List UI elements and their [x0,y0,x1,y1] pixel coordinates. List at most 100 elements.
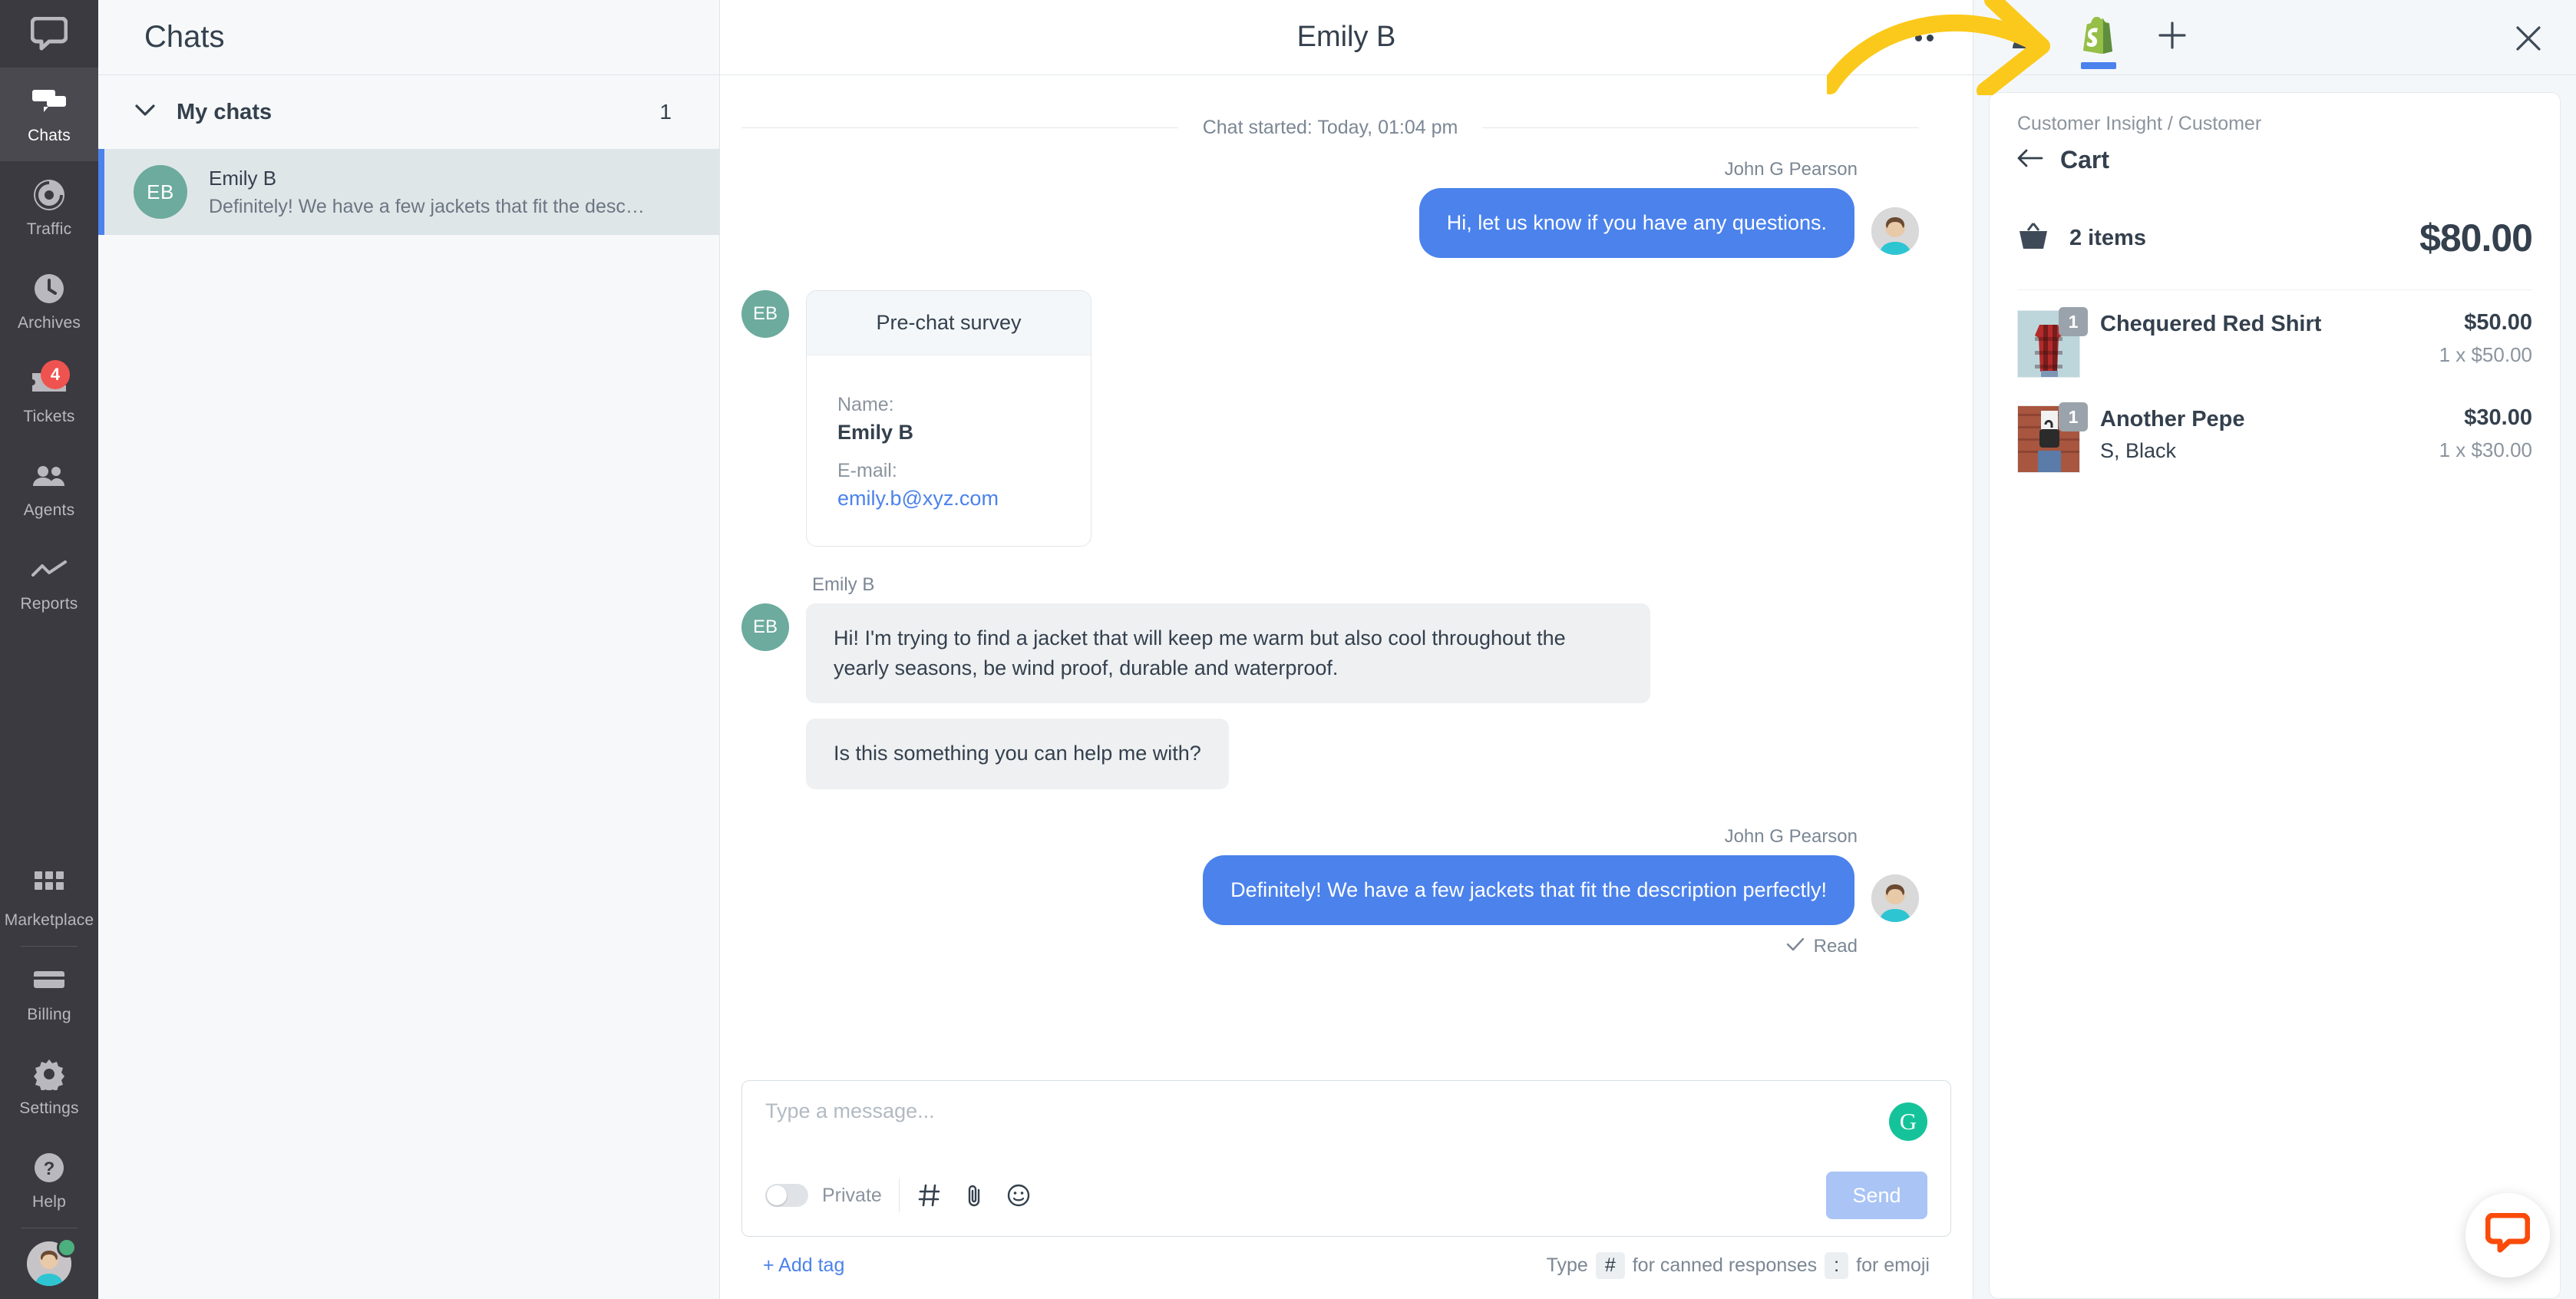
product-thumb-wrap: 1 [2017,402,2088,473]
message-row-agent-2: Definitely! We have a few jackets that f… [720,854,1973,925]
list-item[interactable]: EB Emily B Definitely! We have a few jac… [98,149,719,235]
tickets-badge: 4 [41,360,70,389]
cart-product-row[interactable]: 1 Another Pepe S, Black $30.00 1 x $30.0… [2017,385,2532,481]
chat-started-text: Chat started: Today, 01:04 pm [1202,117,1458,138]
livechat-bubble-icon [2485,1212,2531,1258]
product-quantity-badge: 1 [2059,307,2088,336]
hash-icon[interactable] [907,1173,952,1218]
message-sender-row: John G Pearson [720,159,1973,180]
product-unit-price: 1 x $30.00 [2439,438,2532,461]
sidebar-item-agents[interactable]: Agents [0,442,98,536]
sidebar-item-billing[interactable]: Billing [0,947,98,1040]
product-name: Chequered Red Shirt [2100,312,2322,336]
check-icon [1786,937,1805,955]
message-sender-row: John G Pearson [720,826,1973,848]
sidebar-item-chats[interactable]: Chats [0,68,98,161]
main-nav-rail: Chats Traffic Archives 4 Tickets Agents … [0,0,98,1299]
user-avatar-button[interactable] [0,1228,98,1299]
add-tag-button[interactable]: + Add tag [763,1254,844,1277]
hint-kbd-hash: # [1595,1252,1625,1279]
sidebar-item-label: Marketplace [4,911,94,929]
sidebar-item-label: Billing [27,1006,71,1023]
sidebar-item-marketplace[interactable]: Marketplace [0,852,98,946]
survey-field-value-email[interactable]: emily.b@xyz.com [837,487,1060,511]
my-chats-section-header[interactable]: My chats 1 [98,75,719,149]
cart-items-count: 2 items [2069,225,2146,250]
sidebar-item-help[interactable]: ? Help [0,1134,98,1228]
private-label: Private [822,1184,882,1206]
message-row-customer-2: Is this something you can help me with? [720,719,1973,789]
message-composer[interactable]: Type a message... G Private Send [741,1080,1951,1237]
composer-wrapper: Type a message... G Private Send + Add t… [720,1080,1973,1299]
hint-kbd-colon: : [1825,1252,1849,1279]
shopify-app-tab[interactable] [2066,0,2132,75]
message-status-row: Read [720,925,1973,957]
cart-product-row[interactable]: 1 Chequered Red Shirt $50.00 1 x $50.00 [2017,290,2532,385]
chat-list-header: Chats [98,0,719,75]
composer-toolbar: Private Send [765,1172,1927,1219]
message-input[interactable]: Type a message... [765,1099,1927,1123]
marketplace-icon [30,868,68,904]
product-name: Another Pepe [2100,407,2245,431]
arrow-left-icon[interactable] [2017,148,2043,172]
product-info: Another Pepe S, Black [2100,405,2419,463]
product-pricing: $50.00 1 x $50.00 [2439,310,2532,367]
billing-icon [30,963,68,998]
traffic-icon [30,177,68,213]
presence-indicator [57,1238,77,1258]
sidebar-item-traffic[interactable]: Traffic [0,161,98,255]
my-chats-label: My chats [177,99,272,124]
sidebar-item-label: Tickets [23,408,75,425]
message-sender-row: Emily B [720,574,1973,596]
private-toggle[interactable] [765,1184,808,1207]
sidebar-item-tickets[interactable]: 4 Tickets [0,349,98,442]
my-chats-section-left: My chats [135,100,272,125]
avatar: EB [134,165,187,219]
agents-icon [30,458,68,494]
chevron-down-icon[interactable] [135,104,155,121]
add-app-tab[interactable] [2139,0,2205,75]
list-item-name: Emily B [209,166,277,190]
product-price: $50.00 [2464,310,2532,335]
cart-summary-left: 2 items [2017,221,2146,256]
message-row-customer: EB Hi! I'm trying to find a jacket that … [720,603,1973,704]
product-price: $30.00 [2464,405,2532,430]
close-icon[interactable] [2507,17,2550,60]
message-bubble: Hi, let us know if you have any question… [1418,188,1854,259]
details-header [1973,0,2576,75]
more-options-icon[interactable] [1897,11,1951,64]
send-button[interactable]: Send [1826,1172,1927,1219]
emoji-icon[interactable] [996,1173,1041,1218]
message-bubble: Is this something you can help me with? [806,719,1229,789]
avatar [1871,874,1919,922]
customer-details-tab[interactable] [1992,0,2058,75]
details-panel: Customer Insight / Customer Cart 2 items… [1973,0,2576,1299]
sidebar-item-settings[interactable]: Settings [0,1040,98,1134]
sidebar-item-label: Agents [23,501,75,519]
sidebar-item-reports[interactable]: Reports [0,536,98,630]
livechat-widget-button[interactable] [2465,1193,2550,1278]
product-info: Chequered Red Shirt [2100,310,2419,338]
chats-icon [30,84,68,119]
chat-list-panel: Chats My chats 1 EB Emily B Definitely! … [98,0,720,1299]
paperclip-icon[interactable] [952,1173,996,1218]
archives-icon [30,271,68,306]
livechat-logo-icon[interactable] [0,0,98,68]
grammarly-icon[interactable]: G [1889,1102,1927,1141]
breadcrumb: Customer Insight / Customer [2017,113,2262,134]
cart-title-row: Cart [2017,146,2532,174]
settings-icon [30,1056,68,1092]
product-quantity-badge: 1 [2059,402,2088,431]
message-row-survey: EB Pre-chat survey Name: Emily B E-mail:… [720,290,1973,547]
message-sender: John G Pearson [1724,159,1858,180]
sidebar-item-label: Chats [28,127,71,144]
conversation-title: Emily B [1296,21,1396,53]
list-item-snippet: Definitely! We have a few jackets that f… [209,195,645,217]
tickets-icon: 4 [30,360,70,400]
product-pricing: $30.00 1 x $30.00 [2439,405,2532,462]
cart-summary: 2 items $80.00 [2017,216,2533,290]
hint-suffix: for emoji [1856,1254,1930,1276]
sidebar-item-archives[interactable]: Archives [0,255,98,349]
hint-mid: for canned responses [1632,1254,1818,1276]
list-item-texts: Emily B Definitely! We have a few jacket… [209,167,645,218]
